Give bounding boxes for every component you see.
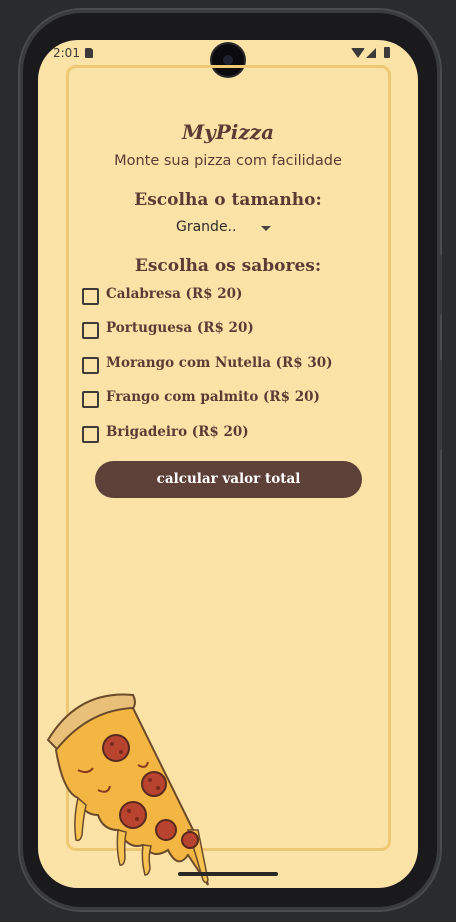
size-section-title: Escolha o tamanho:: [134, 190, 322, 210]
app-title: MyPizza: [181, 120, 275, 144]
home-indicator[interactable]: [178, 872, 278, 876]
flavor-item-frango-palmito[interactable]: Frango com palmito (R$ 20): [82, 388, 372, 412]
flavor-item-brigadeiro[interactable]: Brigadeiro (R$ 20): [82, 423, 372, 447]
pizza-slice-illustration: [46, 693, 209, 886]
chevron-down-icon: [261, 226, 271, 231]
flavor-item-morango-nutella[interactable]: Morango com Nutella (R$ 30): [82, 354, 372, 378]
size-selected-value: Grande..: [176, 219, 237, 235]
checkbox[interactable]: [82, 391, 99, 408]
checkbox[interactable]: [82, 426, 99, 443]
flavor-label: Portuguesa (R$ 20): [106, 320, 254, 336]
flavor-label: Morango com Nutella (R$ 30): [106, 355, 333, 371]
checkbox[interactable]: [82, 288, 99, 305]
battery-icon: [384, 47, 390, 58]
wifi-icon: [351, 48, 365, 58]
checkbox[interactable]: [82, 322, 99, 339]
sd-card-icon: [85, 48, 93, 58]
calculate-total-button[interactable]: calcular valor total: [95, 461, 362, 498]
size-dropdown[interactable]: Grande..: [172, 218, 276, 240]
flavor-label: Frango com palmito (R$ 20): [106, 389, 320, 405]
checkbox[interactable]: [82, 357, 99, 374]
flavor-label: Brigadeiro (R$ 20): [106, 424, 249, 440]
flavor-item-calabresa[interactable]: Calabresa (R$ 20): [82, 285, 372, 309]
status-time: 2:01: [53, 46, 80, 60]
flavors-section-title: Escolha os sabores:: [134, 256, 322, 276]
app-subtitle: Monte sua pizza com facilidade: [114, 153, 342, 169]
volume-button: [438, 255, 442, 315]
flavor-item-portuguesa[interactable]: Portuguesa (R$ 20): [82, 319, 372, 343]
power-button: [438, 360, 442, 450]
flavor-label: Calabresa (R$ 20): [106, 286, 243, 302]
app-screen: 2:01 MyPizza Monte sua pizza com facilid…: [38, 40, 418, 888]
signal-icon: [366, 48, 376, 58]
